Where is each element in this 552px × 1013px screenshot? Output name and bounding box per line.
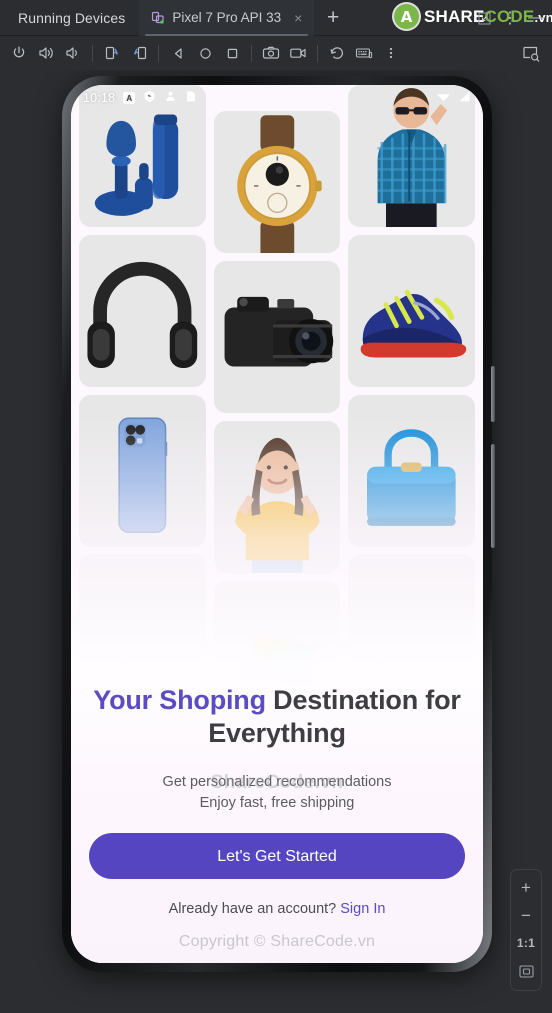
- copyright-watermark: Copyright © ShareCode.vn: [178, 933, 376, 950]
- more-button[interactable]: [378, 40, 404, 66]
- toolbar-divider: [251, 44, 252, 62]
- display-mode-button[interactable]: [518, 40, 544, 66]
- subtitle-line-1: Get personalized recommendations: [162, 773, 392, 790]
- device-power-side-button[interactable]: [491, 366, 495, 422]
- panel-title: Running Devices: [18, 9, 126, 26]
- minimize-button[interactable]: —: [524, 6, 548, 30]
- zoom-out-button[interactable]: −: [512, 902, 540, 928]
- headline-accent: Your Shoping: [93, 684, 266, 715]
- device-volume-side-button[interactable]: [491, 444, 495, 548]
- sharecode-logo-mark: A: [394, 4, 419, 29]
- status-bar-notification-icons: A: [123, 90, 197, 106]
- device-frame: 10:18 A Your Shoping Destination for Eve…: [62, 76, 495, 972]
- collapse-button[interactable]: [472, 6, 496, 30]
- tab-pixel-7-pro-api-33[interactable]: Pixel 7 Pro API 33 ×: [139, 0, 315, 36]
- rotate-left-button[interactable]: [99, 40, 125, 66]
- zoom-controls: + − 1:1: [510, 869, 542, 991]
- tab-label: Pixel 7 Pro API 33: [172, 10, 282, 25]
- status-bar-system-icons: [436, 90, 471, 106]
- fit-screen-icon[interactable]: [512, 958, 540, 984]
- onboarding-panel: Your Shoping Destination for Everything …: [71, 683, 483, 963]
- tab-close-icon[interactable]: ×: [290, 10, 306, 26]
- new-tab-button[interactable]: +: [318, 3, 348, 33]
- screenshot-button[interactable]: [258, 40, 284, 66]
- wifi-icon: [436, 90, 451, 106]
- device-icon: [151, 11, 165, 25]
- device-toolbar: [0, 36, 552, 70]
- status-bar-time: 10:18: [83, 91, 116, 105]
- actual-size-button[interactable]: 1:1: [512, 930, 540, 956]
- sdcard-icon: [185, 90, 197, 106]
- record-button[interactable]: [285, 40, 311, 66]
- page-title: Your Shoping Destination for Everything: [89, 684, 465, 750]
- signin-row: Already have an account? Sign In: [89, 901, 465, 917]
- toolbar-divider: [92, 44, 93, 62]
- device-inner-bezel: 10:18 A Your Shoping Destination for Eve…: [71, 85, 483, 963]
- subtitle: Get personalized recommendations Enjoy f…: [89, 772, 465, 816]
- toolbar-divider: [158, 44, 159, 62]
- get-started-button[interactable]: Let's Get Started: [89, 833, 465, 879]
- toolbar-divider: [317, 44, 318, 62]
- product-card-headphones[interactable]: [79, 235, 206, 387]
- back-button[interactable]: [165, 40, 191, 66]
- signal-icon: [457, 90, 471, 106]
- window-controls: ⋮ —: [472, 0, 548, 36]
- options-menu-button[interactable]: ⋮: [498, 6, 522, 30]
- person-icon: [164, 90, 177, 106]
- device-screen[interactable]: 10:18 A Your Shoping Destination for Eve…: [71, 85, 483, 963]
- product-card-wristwatch[interactable]: [213, 111, 341, 253]
- product-card-sneaker[interactable]: [348, 235, 476, 387]
- rotate-right-button[interactable]: [126, 40, 152, 66]
- signin-prompt: Already have an account?: [168, 901, 341, 917]
- status-bar: 10:18 A: [71, 85, 483, 111]
- keyboard-button[interactable]: [351, 40, 377, 66]
- product-card-camera[interactable]: [213, 261, 341, 413]
- subtitle-line-2: Enjoy fast, free shipping: [199, 795, 355, 812]
- tab-strip: Running Devices Pixel 7 Pro API 33 × + A…: [0, 0, 552, 36]
- emulator-stage: 10:18 A Your Shoping Destination for Eve…: [0, 70, 552, 1013]
- grid-fade-overlay: [71, 415, 483, 715]
- history-button[interactable]: [324, 40, 350, 66]
- home-button[interactable]: [192, 40, 218, 66]
- volume-up-button[interactable]: [33, 40, 59, 66]
- shield-icon: [143, 90, 156, 106]
- zoom-in-button[interactable]: +: [512, 874, 540, 900]
- volume-down-button[interactable]: [60, 40, 86, 66]
- running-devices-window: Running Devices Pixel 7 Pro API 33 × + A…: [0, 0, 552, 1013]
- overview-button[interactable]: [219, 40, 245, 66]
- signin-link[interactable]: Sign In: [340, 901, 385, 917]
- app-badge-icon: A: [123, 92, 136, 104]
- power-button[interactable]: [6, 40, 32, 66]
